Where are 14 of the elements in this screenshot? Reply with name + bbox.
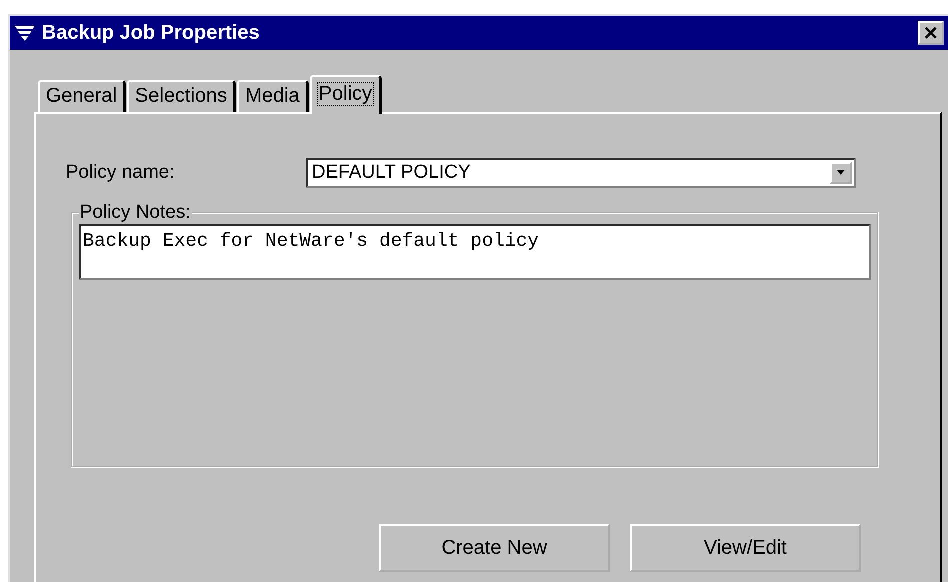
tab[interactable]: Policy [310, 75, 382, 114]
close-button[interactable] [918, 21, 944, 45]
funnel-icon [14, 24, 36, 42]
policy-dropdown[interactable]: DEFAULT POLICY [306, 158, 856, 188]
window-title: Backup Job Properties [42, 22, 261, 44]
action-button[interactable]: View/Edit [630, 524, 861, 572]
close-icon [924, 26, 938, 40]
field-label: Policy name: [66, 162, 176, 184]
action-button[interactable]: Create New [379, 524, 610, 572]
notes-field[interactable]: Backup Exec for NetWare's default policy [79, 224, 871, 280]
group-label: Policy Notes: [79, 202, 192, 224]
tab[interactable]: Media [237, 80, 309, 112]
tab[interactable]: General [38, 80, 126, 112]
tab[interactable]: Selections [127, 80, 236, 112]
